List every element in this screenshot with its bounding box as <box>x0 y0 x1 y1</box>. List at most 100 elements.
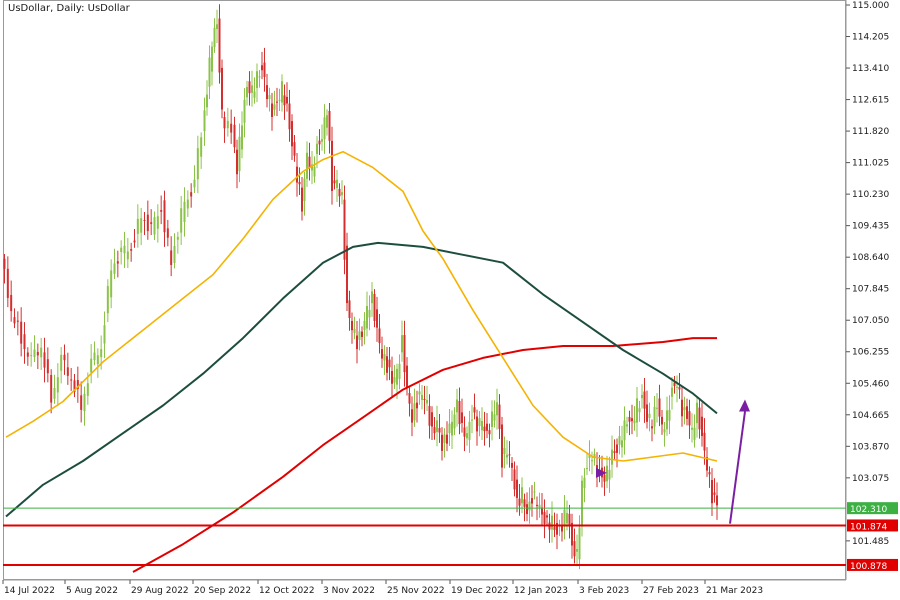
candle-down <box>568 513 571 526</box>
candle-up <box>471 419 473 421</box>
candle-up <box>633 420 636 424</box>
candle-down <box>221 67 223 110</box>
candle-up <box>393 377 396 383</box>
candle-down <box>536 504 538 506</box>
y-tick-label: 113.410 <box>852 64 889 74</box>
candle-up <box>366 305 368 329</box>
candle-down <box>463 427 466 437</box>
candle-up <box>176 236 179 240</box>
candle-down <box>488 430 491 435</box>
candle-down <box>711 480 713 504</box>
candle-up <box>100 349 103 358</box>
candle-up <box>90 358 93 373</box>
y-tick-label: 109.435 <box>852 222 889 232</box>
candle-down <box>271 103 273 117</box>
candle-up <box>586 468 588 470</box>
chart-svg: 115.000 114.205 113.410 112.615 111.820 111.0… <box>2 0 898 596</box>
x-tick-label: 20 Sep 2022 <box>194 586 251 596</box>
candle-down <box>416 402 418 409</box>
candle-down <box>701 416 703 437</box>
candle-down <box>6 268 9 298</box>
candle-up <box>656 407 658 409</box>
candle-down <box>423 398 426 400</box>
candle-up <box>208 57 211 87</box>
candle-down <box>508 454 511 456</box>
candle-up <box>368 309 371 318</box>
candle-up <box>671 387 673 397</box>
candle-up <box>691 427 693 430</box>
candle-down <box>298 182 301 185</box>
candle-down <box>23 334 26 350</box>
candle-down <box>433 427 436 434</box>
candle-up <box>611 449 613 465</box>
x-tick-label: 19 Dec 2022 <box>451 586 509 596</box>
candle-up <box>606 465 608 482</box>
y-tick-label: 104.665 <box>852 411 889 421</box>
candle-up <box>60 354 63 371</box>
candle-down <box>553 527 556 530</box>
candle-down <box>483 426 486 432</box>
candle-down <box>328 111 331 141</box>
candle-up <box>668 409 671 421</box>
candle-down <box>66 367 69 376</box>
candle-down <box>276 101 278 103</box>
candle-down <box>338 188 341 197</box>
candle-up <box>653 406 656 427</box>
candle-down <box>651 426 653 429</box>
price-box-label: 102.310 <box>850 505 887 515</box>
candle-up <box>413 403 416 421</box>
candle-up <box>323 117 326 140</box>
candle-up <box>40 347 43 358</box>
candle-up <box>253 91 256 98</box>
candle-down <box>681 399 683 417</box>
candle-up <box>123 245 126 254</box>
candle-down <box>428 405 431 426</box>
candle-down <box>376 309 378 328</box>
candle-up <box>676 386 678 388</box>
candle-up <box>451 421 453 436</box>
candle-up <box>180 208 183 233</box>
candle-up <box>591 460 593 462</box>
candle-down <box>230 123 233 133</box>
candle-down <box>36 351 39 356</box>
candle-up <box>183 201 186 222</box>
x-tick-label: 12 Jan 2023 <box>514 586 568 596</box>
candle-up <box>648 413 651 418</box>
candle-up <box>341 192 343 196</box>
candle-up <box>106 286 109 314</box>
candle-up <box>481 421 483 431</box>
candle-up <box>206 94 208 108</box>
candle-down <box>261 65 263 71</box>
candle-up <box>608 469 611 480</box>
candle-down <box>170 250 173 265</box>
candle-up <box>491 411 493 427</box>
candle-up <box>200 137 203 157</box>
candle-up <box>666 410 668 430</box>
candle-up <box>621 440 623 448</box>
candle-up <box>578 527 581 560</box>
candle-up <box>120 247 123 253</box>
candle-up <box>521 487 523 504</box>
candle-up <box>581 480 583 527</box>
candle-up <box>306 152 308 179</box>
y-tick-label: 112.615 <box>852 96 889 106</box>
candle-down <box>150 222 153 224</box>
candle-up <box>136 218 139 234</box>
candle-down <box>163 200 166 233</box>
candle-up <box>196 148 199 180</box>
candle-down <box>511 463 513 468</box>
candle-down <box>331 140 333 192</box>
candle-down <box>526 504 528 515</box>
candle-up <box>478 418 481 427</box>
candle-down <box>446 434 448 444</box>
candle-up <box>30 355 33 357</box>
x-tick-label: 3 Nov 2022 <box>323 586 375 596</box>
candle-up <box>453 414 456 429</box>
candle-up <box>110 270 113 298</box>
candle-up <box>103 325 106 344</box>
candle-up <box>153 217 156 235</box>
candle-up <box>278 99 281 101</box>
candle-down <box>698 407 701 430</box>
candle-up <box>226 120 229 129</box>
arrow-line <box>729 411 746 524</box>
